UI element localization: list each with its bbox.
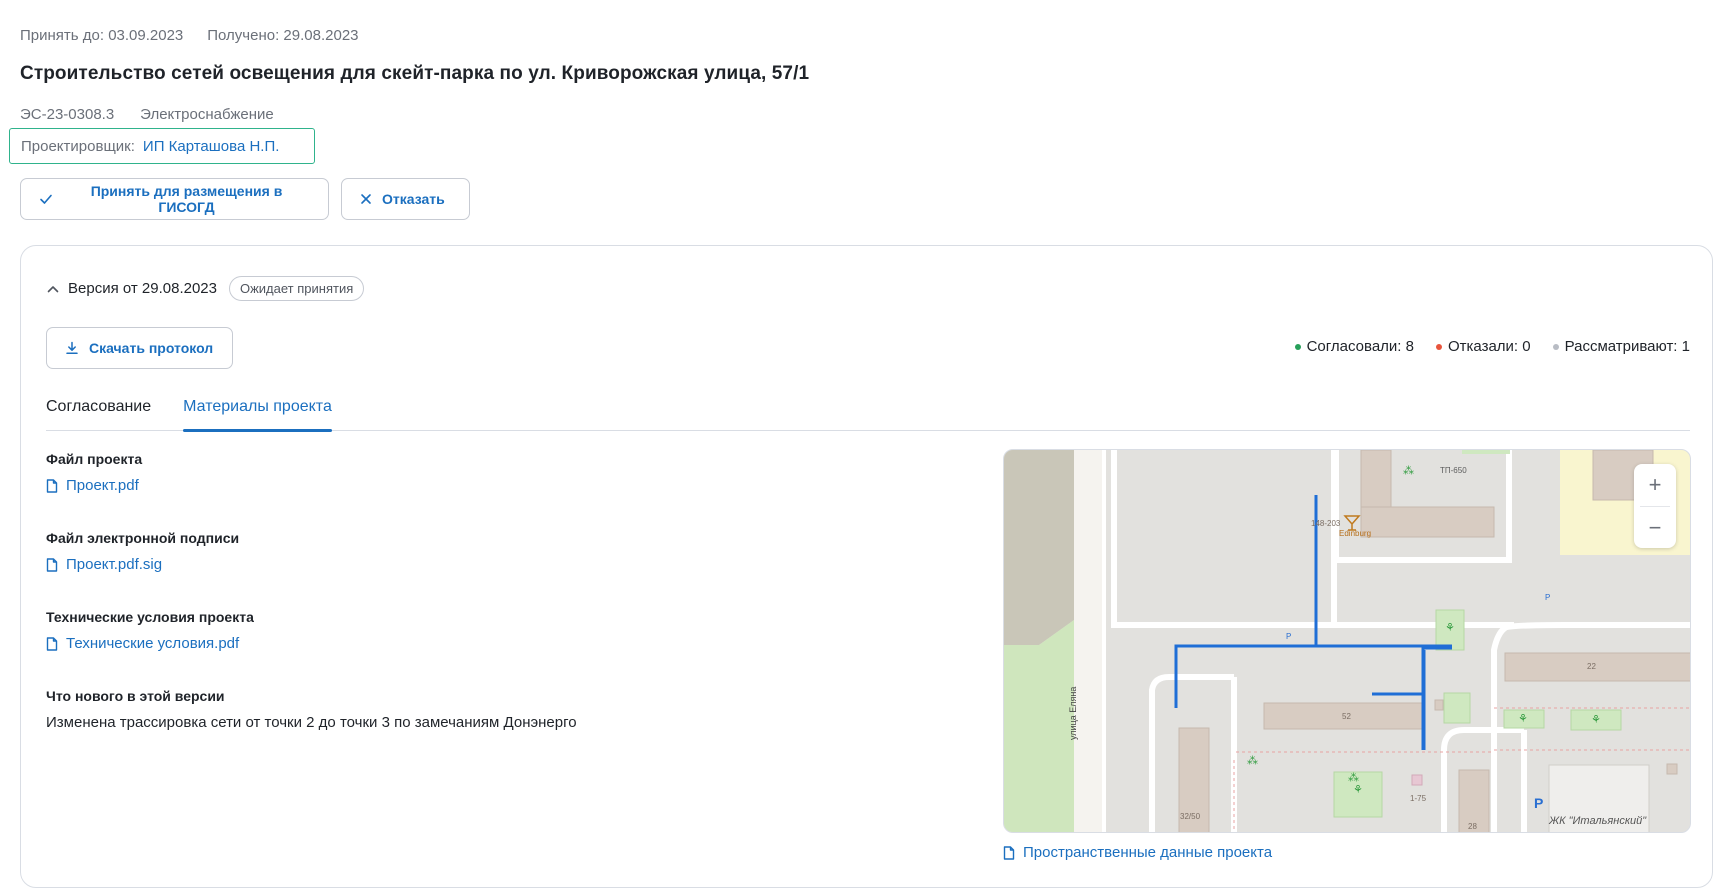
received-date: Получено: 29.08.2023 <box>207 27 359 44</box>
page-title: Строительство сетей освещения для скейт-… <box>20 63 810 84</box>
version-header[interactable]: Версия от 29.08.2023 Ожидает принятия <box>46 276 365 301</box>
map-label-28: 28 <box>1468 822 1477 831</box>
park-icon: ⚘ <box>1518 713 1528 725</box>
stat-approved-dot <box>1294 343 1301 350</box>
zoom-controls: + − <box>1634 464 1676 548</box>
stat-approved-label: Согласовали: 8 <box>1306 338 1414 355</box>
accept-button-label: Принять для размещения в ГИСОГД <box>90 183 283 215</box>
project-file-link[interactable]: Проект.pdf <box>46 477 142 494</box>
section-signature-title: Файл электронной подписи <box>46 530 240 546</box>
version-card: Версия от 29.08.2023 Ожидает принятия Ск… <box>20 245 1713 888</box>
map-label-parking-3: P <box>1534 795 1544 811</box>
map-label-parking-1: P <box>1545 593 1551 602</box>
stat-reviewing-dot <box>1552 343 1559 350</box>
approval-stats: Согласовали: 8 Отказали: 0 Рассматривают… <box>1294 338 1690 355</box>
stat-rejected-label: Отказали: 0 <box>1447 338 1531 355</box>
stat-rejected: Отказали: 0 <box>1435 338 1531 355</box>
accept-until-date: Принять до: 03.09.2023 <box>20 27 184 44</box>
project-subinfo: ЭС-23-0308.3 Электроснабжение <box>20 106 274 123</box>
designer-link[interactable]: ИП Карташова Н.П. <box>143 138 280 155</box>
tech-file-name: Технические условия.pdf <box>66 635 240 652</box>
download-icon <box>66 341 78 355</box>
map-label-parking-2: P <box>1286 632 1292 641</box>
section-tech-conditions: Технические условия проекта Технические … <box>46 609 254 652</box>
reject-button[interactable]: Отказать <box>341 178 470 220</box>
check-icon <box>40 194 52 204</box>
tab-project-materials[interactable]: Материалы проекта <box>183 391 332 432</box>
spatial-data-label: Пространственные данные проекта <box>1023 844 1273 861</box>
map-label-edinburg: Edinburg <box>1339 529 1372 538</box>
park-icon: ⚘ <box>1591 714 1601 726</box>
zoom-in-button[interactable]: + <box>1634 464 1676 506</box>
stat-approved: Согласовали: 8 <box>1294 338 1414 355</box>
svg-text:⁂: ⁂ <box>1403 464 1414 477</box>
stat-rejected-dot <box>1435 343 1442 350</box>
reject-button-label: Отказать <box>382 191 445 207</box>
status-badge: Ожидает принятия <box>228 276 365 301</box>
tab-approval[interactable]: Согласование <box>46 391 151 431</box>
file-icon <box>1003 845 1015 860</box>
map-label-tp650: ТП-650 <box>1440 466 1467 475</box>
stat-reviewing-label: Рассматривают: 1 <box>1564 338 1690 355</box>
map-label-22: 22 <box>1587 662 1596 671</box>
section-whats-new-title: Что нового в этой версии <box>46 688 225 704</box>
map-label-zhk: ЖК "Итальянский" <box>1549 815 1647 827</box>
park-icon: ⚘ <box>1353 784 1363 796</box>
signature-file-name: Проект.pdf.sig <box>66 556 163 573</box>
close-icon <box>361 194 371 204</box>
project-map[interactable]: ⁂ ⁂ ⁂ ТП-650 148-203 Edinburg P P P 22 5… <box>1003 449 1691 833</box>
file-icon <box>46 557 58 572</box>
map-label-street: улица Еляна <box>1068 686 1078 740</box>
accept-button[interactable]: Принять для размещения в ГИСОГД <box>20 178 329 220</box>
section-tech-title: Технические условия проекта <box>46 609 254 625</box>
designer-info: Проектировщик: ИП Карташова Н.П. <box>9 128 315 164</box>
stat-reviewing: Рассматривают: 1 <box>1552 338 1690 355</box>
whats-new-text: Изменена трассировка сети от точки 2 до … <box>46 714 577 731</box>
section-signature-file: Файл электронной подписи Проект.pdf.sig <box>46 530 239 573</box>
file-icon <box>46 478 58 493</box>
version-title: Версия от 29.08.2023 <box>68 280 217 297</box>
tabs: Согласование Материалы проекта <box>46 391 1690 432</box>
chevron-up-icon[interactable] <box>46 282 60 296</box>
park-icon: ⚘ <box>1445 622 1455 634</box>
spatial-data-link[interactable]: Пространственные данные проекта <box>1003 844 1272 861</box>
tech-file-link[interactable]: Технические условия.pdf <box>46 635 254 652</box>
project-file-name: Проект.pdf <box>66 477 139 494</box>
signature-file-link[interactable]: Проект.pdf.sig <box>46 556 239 573</box>
download-protocol-button[interactable]: Скачать протокол <box>46 327 233 369</box>
zoom-out-button[interactable]: − <box>1634 507 1676 549</box>
designer-label: Проектировщик: <box>21 137 135 155</box>
map-label-148-203: 148-203 <box>1311 519 1341 528</box>
map-label-52: 52 <box>1342 712 1351 721</box>
svg-text:⁂: ⁂ <box>1247 754 1258 767</box>
map-label-32-50: 32/50 <box>1180 812 1201 821</box>
file-icon <box>46 636 58 651</box>
download-protocol-label: Скачать протокол <box>89 340 214 356</box>
section-project-file-title: Файл проекта <box>46 451 143 467</box>
section-project-file: Файл проекта Проект.pdf <box>46 451 142 494</box>
project-code: ЭС-23-0308.3 <box>20 106 115 123</box>
project-category: Электроснабжение <box>140 106 274 123</box>
map-label-1-75: 1-75 <box>1410 794 1427 803</box>
header-dates: Принять до: 03.09.2023 Получено: 29.08.2… <box>20 27 359 44</box>
section-whats-new: Что нового в этой версии Изменена трасси… <box>46 688 577 731</box>
map-canvas[interactable]: ⁂ ⁂ ⁂ <box>1004 450 1691 833</box>
